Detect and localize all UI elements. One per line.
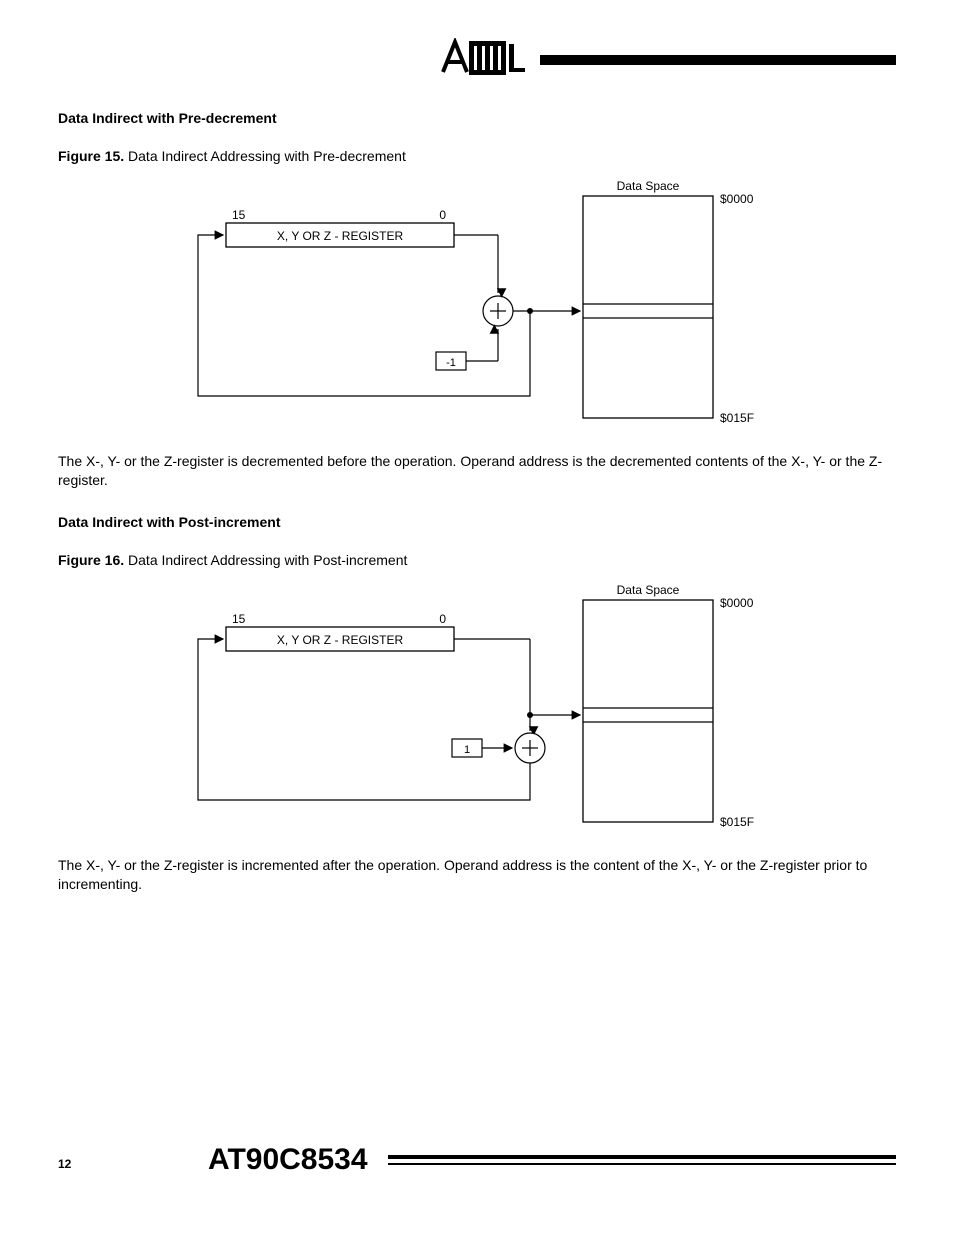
data-space-label: Data Space	[617, 179, 680, 193]
figure-label: Figure 15.	[58, 148, 124, 164]
document-title: AT90C8534	[208, 1143, 368, 1177]
bit-lo: 0	[439, 208, 446, 222]
register-label: X, Y OR Z - REGISTER	[277, 633, 404, 647]
addr-bottom: $015F	[720, 411, 754, 425]
const-box: 1	[464, 744, 470, 756]
page-content: Data Indirect with Pre-decrement Figure …	[58, 110, 896, 918]
figure-caption: Figure 15. Data Indirect Addressing with…	[58, 148, 896, 164]
header-rule	[540, 55, 896, 65]
addr-bottom: $015F	[720, 815, 754, 829]
bit-hi: 15	[232, 208, 246, 222]
addr-top: $0000	[720, 192, 754, 206]
figure-15-diagram: Data Space $0000 $015F 15 0 X, Y OR Z - …	[58, 176, 896, 434]
data-space-label: Data Space	[617, 583, 680, 597]
atmel-logo-icon	[435, 38, 530, 78]
section-heading: Data Indirect with Post-increment	[58, 514, 896, 530]
section-heading: Data Indirect with Pre-decrement	[58, 110, 896, 126]
footer-rules	[388, 1155, 896, 1167]
page-header	[0, 38, 954, 78]
figure-title: Data Indirect Addressing with Post-incre…	[128, 552, 407, 568]
page: Data Indirect with Pre-decrement Figure …	[0, 0, 954, 1235]
figure-16-paragraph: The X-, Y- or the Z-register is incremen…	[58, 856, 896, 894]
const-box: -1	[446, 357, 456, 369]
page-number: 12	[58, 1157, 71, 1171]
figure-16-diagram: Data Space $0000 $015F 15 0 X, Y OR Z - …	[58, 580, 896, 838]
register-label: X, Y OR Z - REGISTER	[277, 229, 404, 243]
figure-title: Data Indirect Addressing with Pre-decrem…	[128, 148, 406, 164]
figure-caption: Figure 16. Data Indirect Addressing with…	[58, 552, 896, 568]
bit-hi: 15	[232, 612, 246, 626]
figure-label: Figure 16.	[58, 552, 124, 568]
bit-lo: 0	[439, 612, 446, 626]
page-footer: 12 AT90C8534	[58, 1145, 896, 1177]
addr-top: $0000	[720, 596, 754, 610]
figure-15-paragraph: The X-, Y- or the Z-register is decremen…	[58, 452, 896, 490]
